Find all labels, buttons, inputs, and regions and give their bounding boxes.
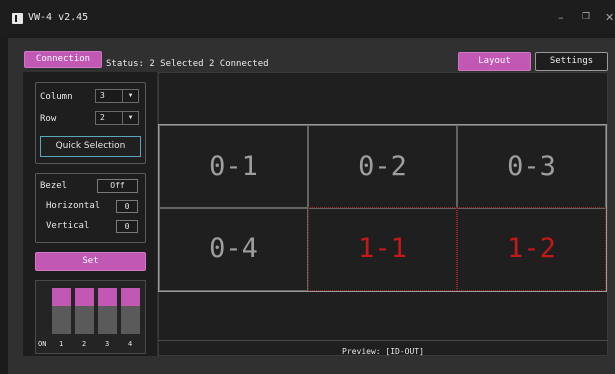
tab-settings[interactable]: Settings <box>535 52 608 71</box>
quick-selection-button[interactable]: Quick Selection <box>40 136 141 157</box>
dip-knob <box>98 288 117 306</box>
set-button[interactable]: Set <box>35 252 146 271</box>
grid-cell[interactable]: 0-3 <box>457 125 606 209</box>
chevron-down-icon: ▼ <box>122 90 138 102</box>
dip-switch-1[interactable] <box>52 288 71 334</box>
column-value: 3 <box>100 91 105 100</box>
row-select[interactable]: 2 ▼ <box>95 111 139 125</box>
grid-cell[interactable]: 0-1 <box>159 125 308 209</box>
dip-number: 2 <box>82 340 87 348</box>
dip-number: 4 <box>128 340 133 348</box>
minimize-button[interactable]: – <box>558 11 564 24</box>
dip-knob <box>121 288 140 306</box>
row-value: 2 <box>100 113 105 122</box>
horizontal-label: Horizontal <box>46 201 101 211</box>
grid-cell-connected[interactable]: 1-1 <box>308 207 457 291</box>
vertical-input[interactable]: 0 <box>116 220 138 233</box>
row-label: Row <box>40 114 57 124</box>
close-button[interactable]: ✕ <box>605 11 614 24</box>
bezel-label: Bezel <box>40 181 68 191</box>
horizontal-input[interactable]: 0 <box>116 200 138 213</box>
grid-cell[interactable]: 0-4 <box>159 207 308 291</box>
dip-knob <box>52 288 71 306</box>
dip-number: 1 <box>59 340 64 348</box>
chevron-down-icon: ▼ <box>122 112 138 124</box>
dip-knob <box>75 288 94 306</box>
videowall-grid: 0-1 0-2 0-3 0-4 1-1 1-2 <box>158 124 607 292</box>
maximize-button[interactable]: ❐ <box>582 12 590 22</box>
dip-switch-3[interactable] <box>98 288 117 334</box>
preview-label: Preview: [ID-OUT] <box>158 340 608 359</box>
app-logo-icon <box>12 13 23 24</box>
tab-layout[interactable]: Layout <box>458 52 531 71</box>
grid-cell[interactable]: 0-2 <box>308 125 457 209</box>
title-bar: VW-4 v2.45 – ❐ ✕ <box>0 0 615 34</box>
bezel-toggle[interactable]: Off <box>97 179 138 193</box>
dip-number: 3 <box>105 340 110 348</box>
dip-switch-4[interactable] <box>121 288 140 334</box>
column-label: Column <box>40 92 73 102</box>
dip-on-label: ON <box>38 340 47 348</box>
vertical-label: Vertical <box>46 221 90 231</box>
window-title: VW-4 v2.45 <box>28 12 89 23</box>
status-text: Status: 2 Selected 2 Connected <box>106 59 269 69</box>
connection-button[interactable]: Connection <box>24 51 102 68</box>
dip-switch-2[interactable] <box>75 288 94 334</box>
column-select[interactable]: 3 ▼ <box>95 89 139 103</box>
grid-cell-connected[interactable]: 1-2 <box>457 207 606 291</box>
